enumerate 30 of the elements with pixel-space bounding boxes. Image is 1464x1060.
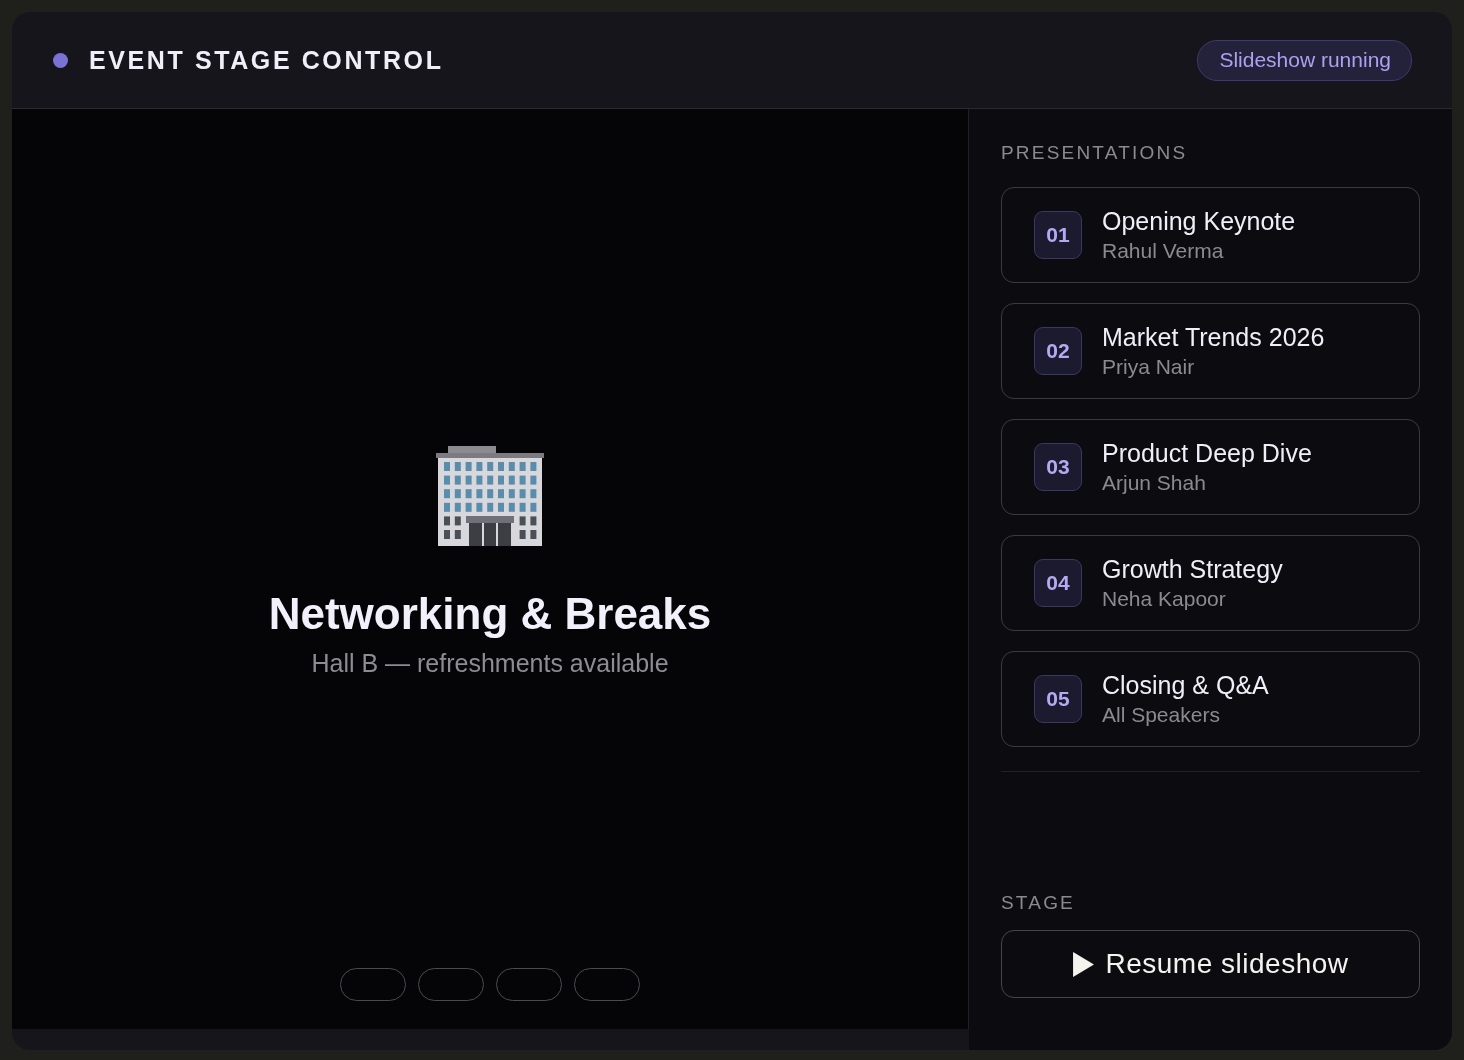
presentation-title: Market Trends 2026	[1102, 322, 1325, 352]
presentation-number: 02	[1034, 327, 1082, 375]
presentation-item[interactable]: 02 Market Trends 2026 Priya Nair	[1001, 303, 1420, 399]
presentation-number: 05	[1034, 675, 1082, 723]
presentation-number: 03	[1034, 443, 1082, 491]
status-dot-icon	[53, 52, 68, 68]
section-heading: PRESENTATIONS	[1001, 141, 1189, 165]
speaker-name: All Speakers	[1102, 702, 1221, 728]
section-heading: STAGE	[1001, 891, 1076, 915]
presentation-item[interactable]: 03 Product Deep Dive Arjun Shah	[1001, 419, 1420, 515]
speaker-name: Priya Nair	[1102, 354, 1196, 380]
presentation-number: 04	[1034, 559, 1082, 607]
speaker-name: Arjun Shah	[1102, 470, 1207, 496]
slide-subtitle: Hall B — refreshments available	[311, 648, 669, 678]
speaker-name: Neha Kapoor	[1102, 586, 1227, 612]
presentation-item[interactable]: 05 Closing & Q&A All Speakers	[1001, 651, 1420, 747]
presentation-number: 01	[1034, 211, 1082, 259]
speaker-name: Rahul Verma	[1102, 238, 1225, 264]
play-icon	[1072, 951, 1094, 977]
app-title: EVENT STAGE CONTROL	[89, 45, 444, 75]
presentation-title: Product Deep Dive	[1102, 438, 1312, 468]
presentation-item[interactable]: 01 Opening Keynote Rahul Verma	[1001, 187, 1420, 283]
status-badge: Slideshow running	[1197, 39, 1412, 81]
building-icon	[436, 446, 544, 546]
slide-title: Networking & Breaks	[268, 588, 712, 640]
presentation-title: Opening Keynote	[1102, 206, 1296, 236]
presentation-item[interactable]: 04 Growth Strategy Neha Kapoor	[1001, 535, 1420, 631]
presentation-title: Closing & Q&A	[1102, 670, 1269, 700]
presentation-title: Growth Strategy	[1102, 554, 1283, 584]
resume-slideshow-button[interactable]: Resume slideshow	[1001, 930, 1420, 998]
